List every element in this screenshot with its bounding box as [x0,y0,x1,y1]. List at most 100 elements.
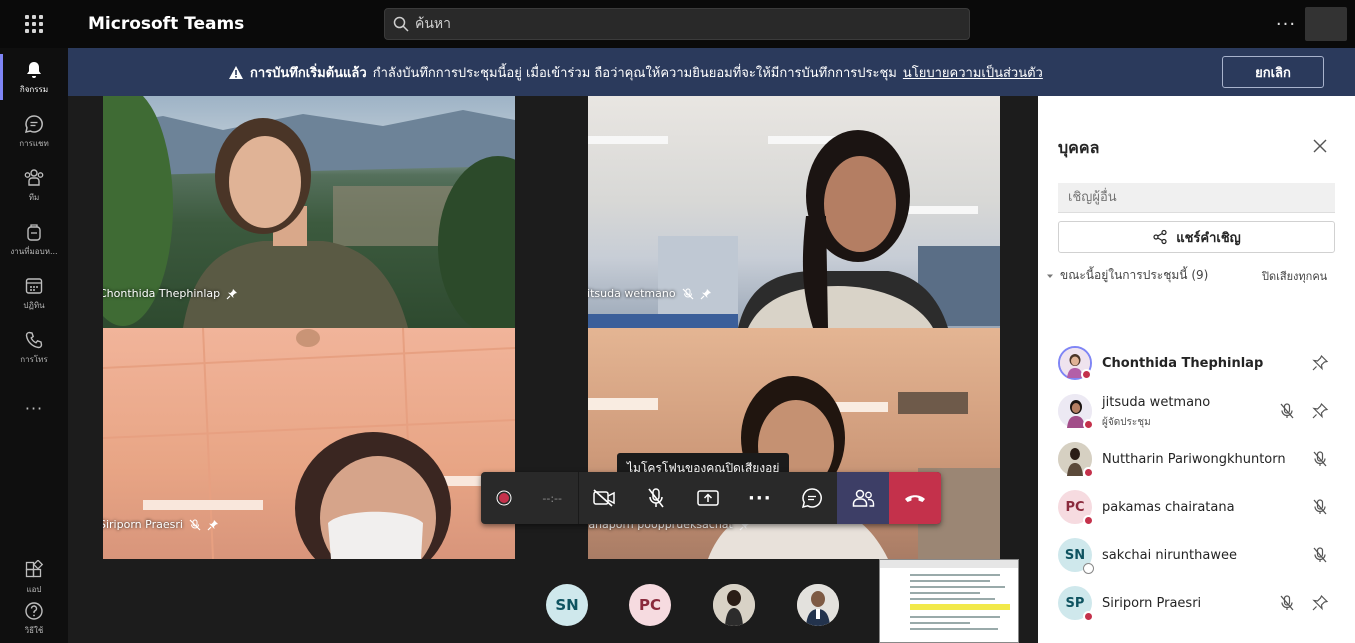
user-avatar[interactable] [1305,7,1347,41]
mic-off-icon [189,519,201,530]
waffle-icon [25,15,43,33]
avatar-initials: SP [1065,595,1085,611]
search-box[interactable]: ค้นหา [384,8,970,40]
rail-item-activity[interactable]: กิจกรรม [0,48,68,108]
avatar-photo [797,584,839,626]
phone-icon [25,331,43,349]
chat-toggle-button[interactable] [786,472,838,524]
cancel-recording-button[interactable]: ยกเลิก [1222,56,1324,88]
avatar-initials: PC [1065,499,1085,515]
pin-icon [226,288,238,299]
avatar-initials: SN [1064,547,1086,563]
rail-label: วิธีใช้ [24,626,44,635]
rail-item-calendar[interactable]: ปฏิทิน [0,264,68,324]
chat-icon [24,115,43,134]
pin-icon[interactable] [1311,354,1329,372]
participant-name: Chonthida Thephinlap [1102,355,1264,371]
rail-label: ทีม [28,193,40,202]
invite-input[interactable] [1058,183,1335,213]
participant-row[interactable]: jitsuda wetmano ผู้จัดประชุม [1038,387,1355,435]
participant-name: jitsuda wetmano [1102,395,1211,410]
in-meeting-label: ขณะนี้อยู่ในการประชุมนี้ (9) [1060,268,1209,282]
rail-label: การโทร [20,355,48,364]
rail-item-teams[interactable]: ทีม [0,156,68,216]
rail-item-help[interactable]: วิธีใช้ [0,594,68,643]
rail-item-assignments[interactable]: งานที่มอบห... [0,210,68,270]
strip-avatar[interactable]: PC [629,584,671,626]
rail-item-chat[interactable]: การแชท [0,102,68,162]
tile-name-label: jitsuda wetmano [588,287,712,300]
banner-title: การบันทึกเริ่มต้นแล้ว [250,65,367,81]
participants-toggle-button[interactable] [837,472,890,524]
warning-icon [229,65,243,79]
hang-up-button[interactable] [889,472,942,524]
participant-row[interactable]: SN sakchai nirunthawee [1038,531,1355,579]
assignments-icon [27,224,41,241]
title-bar: Microsoft Teams ค้นหา [0,0,1355,48]
participant-row[interactable]: Chonthida Thephinlap [1038,339,1355,387]
presence-dot [1083,611,1094,622]
participant-name: Siriporn Praesri [103,518,183,531]
pin-icon[interactable] [1311,402,1329,420]
more-options-button[interactable]: ··· [1272,12,1300,36]
mute-all-link[interactable]: ปิดเสียงทุกคน [1262,267,1327,285]
close-icon [1313,139,1327,153]
presence-dot [1083,563,1094,574]
strip-avatar-photo[interactable] [713,584,755,626]
meeting-timer: --:-- [527,472,579,524]
people-icon [853,489,875,507]
teams-window: Microsoft Teams ค้นหา ··· กิจกรรม การแชท… [0,0,1355,643]
share-screen-button[interactable] [682,472,734,524]
app-launcher-button[interactable] [0,0,68,48]
panel-title: บุคคล [1058,138,1100,157]
avatar: SN [1058,538,1094,574]
share-invite-button[interactable]: แชร์คำเชิญ [1058,221,1335,253]
participant-name: Chonthida Thephinlap [103,287,221,300]
video-tile[interactable]: tanaporn poopprueksachat [588,328,1000,559]
banner-body: กำลังบันทึกการประชุมนี้อยู่ เมื่อเข้าร่ว… [372,65,897,81]
avatar [1058,346,1092,380]
video-tile[interactable]: Siriporn Praesri [103,328,515,559]
teams-icon [24,169,44,186]
participant-row[interactable]: PC pakamas chairatana [1038,483,1355,531]
video-tile[interactable]: jitsuda wetmano [588,96,1000,328]
mic-off-icon [1313,451,1327,467]
more-actions-button[interactable]: ··· [734,472,786,524]
app-rail: กิจกรรม การแชท ทีม งานที่มอบห... ปฏิทิน … [0,48,68,643]
mic-off-icon [682,288,694,299]
bell-icon [27,62,41,78]
meeting-controls: --:-- ··· [481,472,942,524]
participant-row[interactable]: Nuttharin Pariwongkhuntorn [1038,435,1355,483]
strip-avatar-photo[interactable] [797,584,839,626]
mic-off-icon [1313,499,1327,515]
search-placeholder: ค้นหา [415,16,452,32]
tile-name-label: Siriporn Praesri [103,518,219,531]
calendar-icon [25,278,43,294]
rail-item-calls[interactable]: การโทร [0,318,68,378]
avatar [1058,394,1094,430]
shared-content-thumbnail[interactable] [879,559,1019,643]
search-icon [393,16,409,32]
privacy-policy-link[interactable]: นโยบายความเป็นส่วนตัว [903,62,1043,83]
rail-more-button[interactable]: ··· [0,380,68,436]
more-icon: ··· [748,487,772,509]
participant-role: ผู้จัดประชุม [1102,417,1151,428]
mic-off-icon [648,488,664,508]
tile-name-label: Chonthida Thephinlap [103,287,238,300]
app-title: Microsoft Teams [88,14,245,34]
rail-label: ปฏิทิน [23,301,45,310]
close-panel-button[interactable] [1310,136,1330,156]
camera-toggle-button[interactable] [579,472,631,524]
mic-toggle-button[interactable] [630,472,682,524]
mic-off-icon [1280,403,1294,419]
pin-icon[interactable] [1311,594,1329,612]
participant-name: jitsuda wetmano [588,287,676,300]
participant-row[interactable]: SP Siriporn Praesri [1038,579,1355,627]
rail-label: กิจกรรม [19,85,49,94]
video-tile[interactable]: Chonthida Thephinlap [103,96,515,328]
in-meeting-section-toggle[interactable]: ขณะนี้อยู่ในการประชุมนี้ (9) [1046,266,1208,285]
presence-dot [1083,419,1094,430]
meeting-stage: Chonthida Thephinlap jitsuda wetmano Sir… [68,96,1038,643]
avatar: PC [1058,490,1094,526]
strip-avatar[interactable]: SN [546,584,588,626]
